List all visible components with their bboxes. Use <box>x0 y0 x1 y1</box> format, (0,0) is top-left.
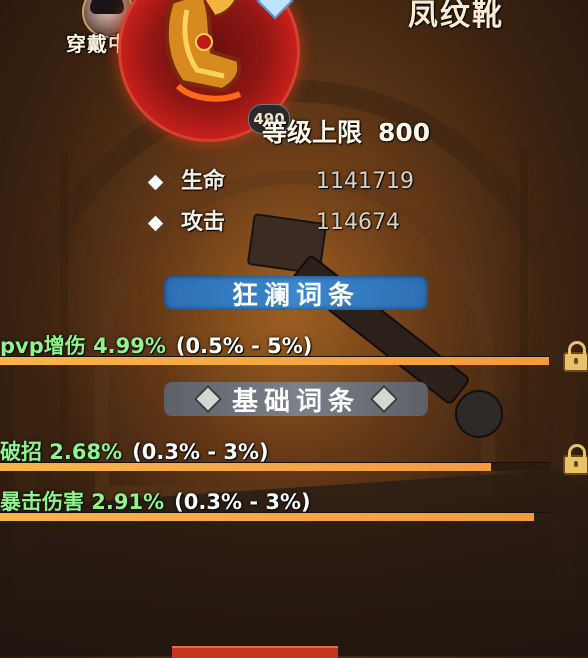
action-button[interactable] <box>172 646 338 658</box>
stat-label: 攻击 <box>181 210 226 235</box>
lock-icon[interactable] <box>563 444 588 475</box>
rampage-affix-title: 狂澜词条 <box>231 280 360 311</box>
phoenix-boots-icon <box>164 0 242 102</box>
affix-range: (0.3% - 3%) <box>132 440 269 464</box>
diamond-bullet-icon <box>147 174 164 190</box>
stat-value: 1141719 <box>316 169 414 194</box>
stat-value: 114674 <box>316 210 400 235</box>
stat-row-attack: 攻击 114674 <box>147 204 400 236</box>
level-cap-value: 800 <box>378 118 431 147</box>
banner-diamond-icon <box>193 384 223 414</box>
lock-icon[interactable] <box>563 341 588 372</box>
diamond-bullet-icon <box>147 215 164 231</box>
affix-name: 暴击伤害 2.91% <box>0 490 165 514</box>
affix-bar-crit-damage <box>0 512 550 521</box>
affix-bar-break <box>0 462 550 471</box>
affix-bar-pvp <box>0 356 550 365</box>
background-pillar <box>60 150 68 450</box>
rampage-affix-banner: 狂澜词条 <box>164 276 428 311</box>
background-pillar <box>520 150 528 450</box>
item-name: 凤纹靴 <box>408 0 504 33</box>
affix-bar-fill <box>0 357 549 365</box>
level-cap: 等级上限 800 <box>262 113 430 149</box>
banner-diamond-icon <box>369 384 399 414</box>
stat-row-hp: 生命 1141719 <box>147 163 414 195</box>
affix-name: 破招 2.68% <box>0 440 123 464</box>
affix-name: pvp增伤 4.99% <box>0 334 166 358</box>
affix-bar-fill <box>0 463 492 471</box>
stat-label: 生命 <box>181 169 226 194</box>
handle-cap <box>455 390 503 438</box>
basic-affix-banner: 基础词条 <box>164 382 428 417</box>
affix-range: (0.3% - 3%) <box>174 490 311 514</box>
affix-bar-fill <box>0 513 534 521</box>
basic-affix-title: 基础词条 <box>231 386 360 417</box>
affix-range: (0.5% - 5%) <box>175 334 313 358</box>
level-cap-label: 等级上限 <box>262 118 363 147</box>
